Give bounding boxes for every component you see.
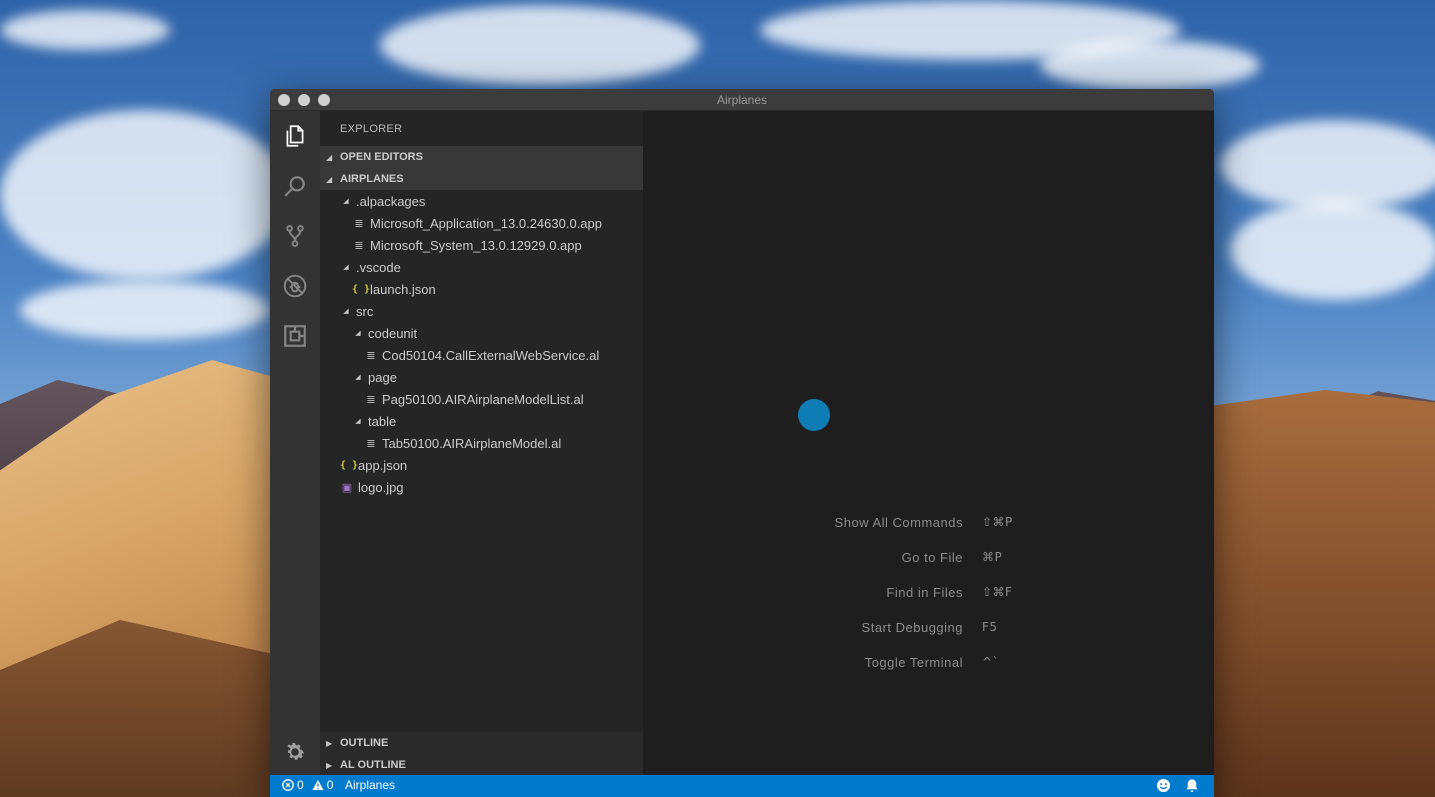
extensions-icon[interactable]: [280, 321, 310, 351]
tree-folder[interactable]: ◢ src: [320, 300, 643, 322]
chevron-down-icon: ◢: [343, 198, 349, 205]
vscode-window: Airplanes EXPLORER ◢ OPEN EDITORS ◢ AIRP…: [270, 89, 1214, 797]
tree-item-label: table: [368, 413, 397, 429]
search-icon[interactable]: [280, 171, 310, 201]
loading-indicator: [798, 399, 830, 431]
chevron-down-icon: ◢: [326, 152, 333, 162]
tree-file[interactable]: { } app.json: [320, 454, 643, 476]
error-count: 0: [297, 778, 304, 792]
file-lines-icon: ≣: [354, 239, 364, 252]
tree-item-label: Microsoft_System_13.0.12929.0.app: [370, 237, 582, 253]
shortcut-keys: ⌘P: [982, 550, 1003, 564]
shortcut-label: Show All Commands: [834, 515, 963, 530]
chevron-right-icon: ▶: [326, 738, 333, 748]
warning-icon: [312, 779, 324, 791]
file-lines-icon: ≣: [366, 349, 376, 362]
problems-indicator[interactable]: 0 0: [282, 778, 333, 792]
tree-item-label: app.json: [358, 457, 408, 473]
chevron-down-icon: ◢: [326, 174, 333, 184]
shortcut-row: Start Debugging F5: [643, 620, 1214, 640]
tree-item-label: logo.jpg: [358, 479, 404, 495]
shortcut-keys: ^`: [982, 655, 1000, 669]
open-editors-label: OPEN EDITORS: [340, 151, 423, 163]
tree-item-label: page: [368, 369, 397, 385]
status-bar: 0 0 Airplanes: [270, 775, 1214, 797]
al-outline-section[interactable]: ▶ AL OUTLINE: [320, 754, 643, 776]
tree-item-label: codeunit: [368, 325, 418, 341]
workspace-section[interactable]: ◢ AIRPLANES: [320, 168, 643, 190]
tree-item-label: src: [356, 303, 374, 319]
sidebar-title: EXPLORER: [340, 123, 403, 135]
chevron-down-icon: ◢: [343, 308, 349, 315]
shortcut-row: Toggle Terminal ^`: [643, 655, 1214, 675]
shortcut-row: Find in Files ⇧⌘F: [643, 585, 1214, 605]
warning-count: 0: [326, 778, 334, 792]
outline-section[interactable]: ▶ OUTLINE: [320, 732, 643, 754]
file-lines-icon: ≣: [354, 217, 364, 230]
image-file-icon: ▣: [341, 481, 353, 494]
tree-file[interactable]: ≣ Microsoft_Application_13.0.24630.0.app: [320, 212, 643, 234]
workspace-label: AIRPLANES: [340, 173, 404, 185]
tree-folder[interactable]: ◢ .vscode: [320, 256, 643, 278]
files-icon[interactable]: [280, 121, 310, 151]
file-lines-icon: ≣: [366, 437, 376, 450]
feedback-smiley-icon[interactable]: [1156, 778, 1171, 793]
chevron-down-icon: ◢: [355, 374, 361, 381]
activity-bar: [270, 111, 320, 775]
tree-file[interactable]: ≣ Microsoft_System_13.0.12929.0.app: [320, 234, 643, 256]
tree-file[interactable]: ≣ Tab50100.AIRAirplaneModel.al: [320, 432, 643, 454]
file-lines-icon: ≣: [366, 393, 376, 406]
title-bar: Airplanes: [270, 89, 1214, 111]
chevron-down-icon: ◢: [355, 418, 361, 425]
shortcut-label: Go to File: [901, 550, 963, 565]
shortcut-keys: ⇧⌘F: [982, 585, 1013, 599]
tree-item-label: .vscode: [356, 259, 401, 275]
tree-folder[interactable]: ◢ page: [320, 366, 643, 388]
editor-area[interactable]: Show All Commands ⇧⌘P Go to File ⌘P Find in …: [643, 111, 1214, 775]
tree-folder[interactable]: ◢ codeunit: [320, 322, 643, 344]
shortcut-row: Go to File ⌘P: [643, 550, 1214, 570]
tree-file[interactable]: ≣ Pag50100.AIRAirplaneModelList.al: [320, 388, 643, 410]
outline-label: OUTLINE: [340, 737, 389, 749]
explorer-sidebar: EXPLORER ◢ OPEN EDITORS ◢ AIRPLANES ◢ .al…: [320, 111, 643, 776]
chevron-down-icon: ◢: [355, 330, 361, 337]
shortcut-label: Start Debugging: [861, 620, 963, 635]
chevron-right-icon: ▶: [326, 760, 333, 770]
source-control-icon[interactable]: [280, 221, 310, 251]
tree-item-label: .alpackages: [356, 193, 426, 209]
tree-item-label: launch.json: [370, 281, 436, 297]
tree-file[interactable]: ≣ Cod50104.CallExternalWebService.al: [320, 344, 643, 366]
error-icon: [282, 779, 294, 791]
debug-icon[interactable]: [280, 271, 310, 301]
window-title: Airplanes: [716, 93, 768, 107]
tree-item-label: Cod50104.CallExternalWebService.al: [382, 347, 600, 363]
tree-item-label: Tab50100.AIRAirplaneModel.al: [382, 435, 562, 451]
al-outline-label: AL OUTLINE: [340, 759, 406, 771]
project-name[interactable]: Airplanes: [345, 778, 395, 792]
tree-folder[interactable]: ◢ .alpackages: [320, 190, 643, 212]
shortcut-keys: ⇧⌘P: [982, 515, 1013, 529]
tree-file[interactable]: ▣ logo.jpg: [320, 476, 643, 498]
open-editors-section[interactable]: ◢ OPEN EDITORS: [320, 146, 643, 168]
notifications-bell-icon[interactable]: [1185, 778, 1199, 793]
shortcut-row: Show All Commands ⇧⌘P: [643, 515, 1214, 535]
tree-file[interactable]: { } launch.json: [320, 278, 643, 300]
tree-item-label: Microsoft_Application_13.0.24630.0.app: [370, 215, 602, 231]
tree-item-label: Pag50100.AIRAirplaneModelList.al: [382, 391, 584, 407]
shortcut-keys: F5: [982, 620, 998, 634]
chevron-down-icon: ◢: [343, 264, 349, 271]
tree-folder[interactable]: ◢ table: [320, 410, 643, 432]
shortcut-label: Find in Files: [886, 585, 963, 600]
json-file-icon: { }: [340, 459, 359, 471]
json-file-icon: { }: [352, 283, 371, 295]
shortcut-label: Toggle Terminal: [864, 655, 963, 670]
gear-icon[interactable]: [280, 737, 310, 767]
